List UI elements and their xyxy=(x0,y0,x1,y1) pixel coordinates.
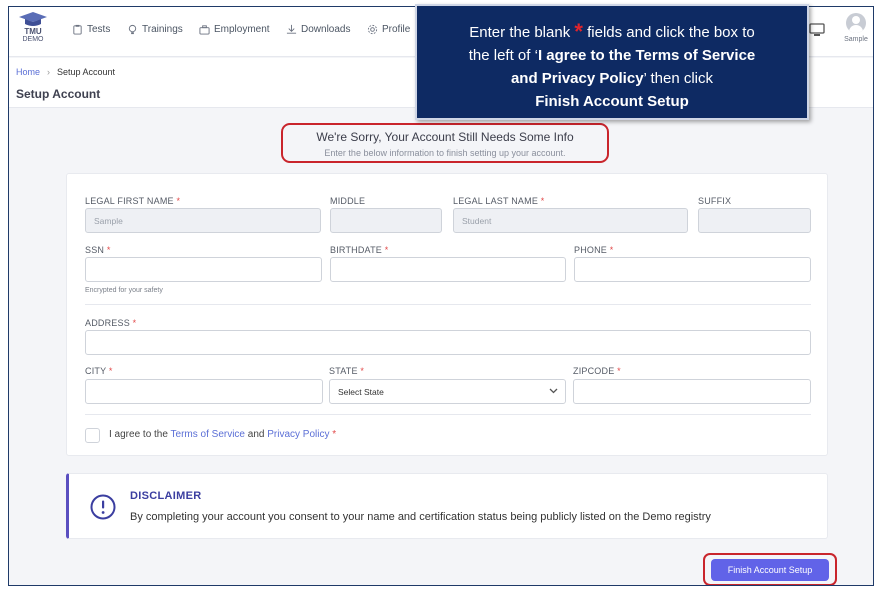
logo-text: TMU xyxy=(24,27,42,36)
nav-tests[interactable]: Tests xyxy=(72,24,110,35)
user-name: Sample xyxy=(844,36,868,43)
logo-subtext: DEMO xyxy=(22,36,44,43)
nav-profile-label: Profile xyxy=(382,24,411,35)
first-name-label: LEGAL FIRST NAME * xyxy=(85,196,181,206)
state-label: STATE * xyxy=(329,366,365,376)
page-title: Setup Account xyxy=(16,87,101,101)
phone-label: PHONE * xyxy=(574,245,614,255)
address-field[interactable] xyxy=(85,330,811,355)
nav-tests-label: Tests xyxy=(87,24,111,35)
divider xyxy=(85,414,811,415)
suffix-field[interactable] xyxy=(698,208,811,233)
nav-trainings[interactable]: Trainings xyxy=(127,24,183,35)
disclaimer-box: DISCLAIMER By completing your account yo… xyxy=(66,473,828,539)
state-select[interactable]: Select State xyxy=(329,379,566,404)
user-avatar[interactable]: Sample xyxy=(843,13,869,43)
nav-downloads[interactable]: Downloads xyxy=(286,24,350,35)
finish-button-highlight: Finish Account Setup xyxy=(703,553,837,585)
info-circle-icon xyxy=(90,494,116,525)
city-label: CITY * xyxy=(85,366,113,376)
terms-link[interactable]: Terms of Service xyxy=(171,429,245,440)
disclaimer-body: By completing your account you consent t… xyxy=(130,511,711,523)
suffix-label: SUFFIX xyxy=(698,196,732,206)
clipboard-icon xyxy=(73,24,82,35)
graduation-cap-icon xyxy=(19,12,47,26)
monitor-icon[interactable] xyxy=(809,23,825,42)
privacy-link[interactable]: Privacy Policy xyxy=(267,429,329,440)
callout-line-3: and Privacy Policy’ then click xyxy=(510,70,714,87)
zipcode-label: ZIPCODE * xyxy=(573,366,621,376)
notice-subtext: Enter the below information to finish se… xyxy=(324,148,566,158)
download-icon xyxy=(286,24,297,34)
middle-label: MIDDLE xyxy=(330,196,366,206)
account-form: LEGAL FIRST NAME * Sample MIDDLE LEGAL L… xyxy=(66,173,828,456)
notice-highlight: We're Sorry, Your Account Still Needs So… xyxy=(281,123,609,163)
nav-employment-label: Employment xyxy=(214,24,270,35)
finish-account-setup-button[interactable]: Finish Account Setup xyxy=(711,559,829,581)
nav-downloads-label: Downloads xyxy=(301,24,351,35)
nav-profile[interactable]: Profile xyxy=(367,24,410,35)
agree-text: I agree to the Terms of Service and Priv… xyxy=(109,429,337,440)
callout-line-4: Finish Account Setup xyxy=(535,93,689,110)
logo[interactable]: TMU DEMO xyxy=(15,11,51,44)
nav-trainings-label: Trainings xyxy=(142,24,183,35)
last-name-field[interactable]: Student xyxy=(453,208,688,233)
address-label: ADDRESS * xyxy=(85,318,137,328)
notice-heading: We're Sorry, Your Account Still Needs So… xyxy=(316,130,574,144)
chevron-right-icon: › xyxy=(47,67,51,77)
zipcode-field[interactable] xyxy=(573,379,811,404)
ssn-label: SSN * xyxy=(85,245,111,255)
nav-employment[interactable]: Employment xyxy=(199,24,270,35)
birthdate-field[interactable] xyxy=(330,257,566,282)
lightbulb-icon xyxy=(128,24,137,35)
state-select-value: Select State xyxy=(338,387,384,397)
briefcase-icon xyxy=(199,25,210,35)
last-name-label: LEGAL LAST NAME * xyxy=(453,196,545,206)
ssn-field[interactable] xyxy=(85,257,322,282)
ssn-hint: Encrypted for your safety xyxy=(85,287,163,294)
gear-icon xyxy=(367,24,378,35)
callout-line-1: Enter the blank * fields and click the b… xyxy=(469,19,755,44)
breadcrumb: Home › Setup Account xyxy=(16,67,115,77)
divider xyxy=(85,304,811,305)
chevron-down-icon xyxy=(549,388,558,394)
breadcrumb-home[interactable]: Home xyxy=(16,67,40,77)
callout-line-2: the left of ‘I agree to the Terms of Ser… xyxy=(468,47,756,64)
breadcrumb-current: Setup Account xyxy=(57,67,116,77)
disclaimer-title: DISCLAIMER xyxy=(130,490,202,502)
instruction-callout: Enter the blank * fields and click the b… xyxy=(415,4,809,120)
agree-checkbox[interactable] xyxy=(85,428,100,443)
city-field[interactable] xyxy=(85,379,323,404)
phone-field[interactable] xyxy=(574,257,811,282)
middle-field[interactable] xyxy=(330,208,442,233)
birthdate-label: BIRTHDATE * xyxy=(330,245,389,255)
first-name-field[interactable]: Sample xyxy=(85,208,321,233)
avatar-icon xyxy=(846,13,866,33)
